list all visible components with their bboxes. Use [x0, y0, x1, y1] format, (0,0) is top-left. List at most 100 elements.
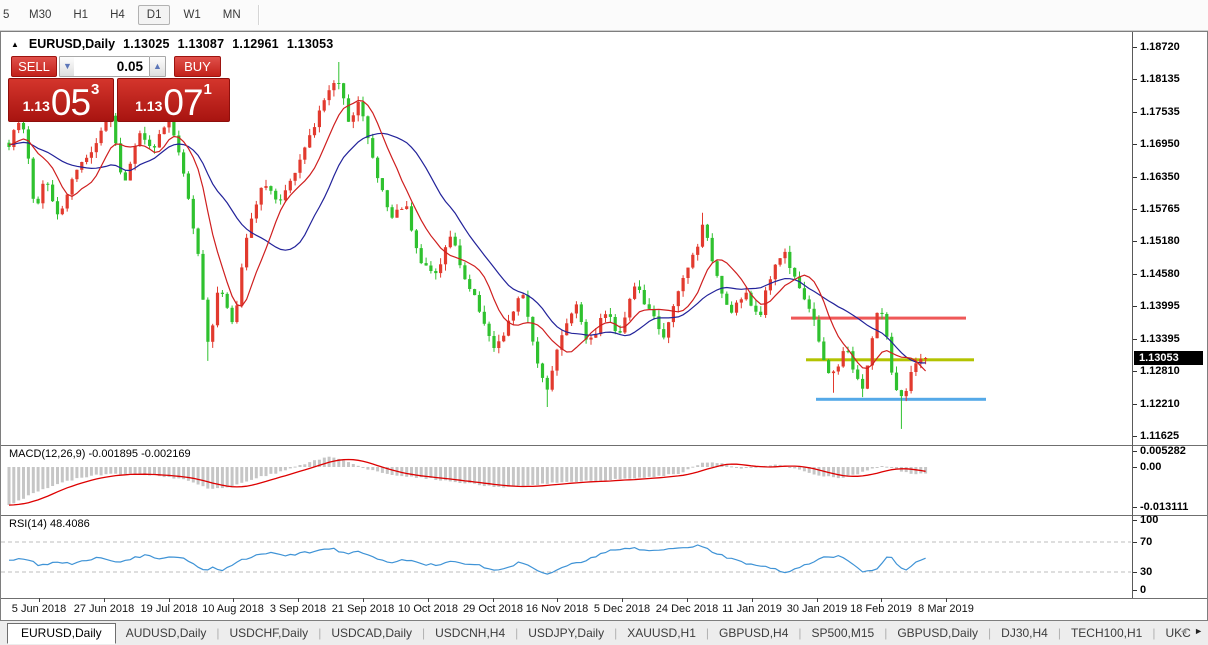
price-axis-tick — [1133, 112, 1137, 113]
tab-scroll-left-icon[interactable]: ◄ — [1179, 626, 1188, 636]
buy-price-small: 1.13 — [135, 98, 162, 114]
time-axis-tick — [233, 598, 234, 602]
buy-price-big: 07 — [163, 88, 202, 118]
price-axis-tick — [1133, 339, 1137, 340]
volume-input[interactable] — [74, 56, 149, 77]
timeframe-toolbar: 5M30H1H4D1W1MN — [0, 0, 1208, 31]
price-axis-tick — [1133, 144, 1137, 145]
rsi-axis-tick — [1133, 520, 1137, 521]
time-axis-label: 10 Aug 2018 — [202, 603, 264, 615]
symbol-tab-EURUSD-Daily[interactable]: EURUSD,Daily — [7, 623, 116, 644]
rsi-panel — [1, 516, 1131, 598]
symbol-tab-AUDUSD-Daily[interactable]: AUDUSD,Daily — [116, 626, 217, 640]
price-axis-tick — [1133, 306, 1137, 307]
time-axis-tick — [104, 598, 105, 602]
symbol-tab-XAUUSD-H1[interactable]: XAUUSD,H1 — [617, 626, 706, 640]
time-axis-tick — [39, 598, 40, 602]
ma-fast-line — [9, 101, 926, 372]
price-axis-label: 1.14580 — [1140, 268, 1180, 280]
time-axis-tick — [298, 598, 299, 602]
time-axis-tick — [946, 598, 947, 602]
rsi-axis-label: 100 — [1140, 514, 1158, 526]
time-axis-label: 24 Dec 2018 — [656, 603, 718, 615]
timeframe-button-MN[interactable]: MN — [214, 5, 250, 25]
sell-quote-box[interactable]: 1.13 05 3 — [8, 78, 114, 122]
time-axis-label: 19 Jul 2018 — [141, 603, 198, 615]
tab-scroll-right-icon[interactable]: ► — [1194, 626, 1203, 636]
price-axis-label: 1.11625 — [1140, 430, 1179, 442]
symbol-tab-GBPUSD-Daily[interactable]: GBPUSD,Daily — [887, 626, 988, 640]
symbol-tab-GBPUSD-H4[interactable]: GBPUSD,H4 — [709, 626, 798, 640]
price-axis-label: 1.13395 — [1140, 333, 1180, 345]
time-axis-label: 27 Jun 2018 — [74, 603, 135, 615]
price-axis-label: 1.12810 — [1140, 365, 1180, 377]
time-axis-label: 16 Nov 2018 — [526, 603, 588, 615]
symbol-tab-SP500-M15[interactable]: SP500,M15 — [802, 626, 885, 640]
timeframe-button-W1[interactable]: W1 — [174, 5, 209, 25]
rsi-label: RSI(14) 48.4086 — [9, 518, 90, 530]
time-axis-label: 30 Jan 2019 — [787, 603, 848, 615]
macd-axis-tick — [1133, 451, 1137, 452]
price-axis-tick — [1133, 79, 1137, 80]
macd-axis-label: 0.00 — [1140, 461, 1161, 473]
price-axis-label: 1.18135 — [1140, 73, 1180, 85]
sell-price-big: 05 — [51, 88, 90, 118]
rsi-axis-tick — [1133, 572, 1137, 573]
rsi-axis-label: 0 — [1140, 584, 1146, 596]
price-axis-tick — [1133, 209, 1137, 210]
tab-scroll-controls: ◄► — [1179, 626, 1203, 636]
timeframe-button-5[interactable]: 5 — [2, 5, 16, 25]
time-axis-label: 11 Jan 2019 — [722, 603, 782, 615]
sell-button[interactable]: SELL — [11, 56, 57, 77]
price-axis-tick — [1133, 47, 1137, 48]
time-axis-tick — [557, 598, 558, 602]
time-axis-tick — [169, 598, 170, 602]
time-axis-label: 5 Jun 2018 — [12, 603, 66, 615]
price-axis-label: 1.12210 — [1140, 398, 1180, 410]
time-axis-label: 8 Mar 2019 — [918, 603, 974, 615]
sell-price-sup: 3 — [91, 81, 99, 98]
buy-price-sup: 1 — [204, 81, 212, 98]
price-axis-label: 1.16350 — [1140, 171, 1180, 183]
timeframe-button-D1[interactable]: D1 — [138, 5, 171, 25]
toolbar-separator — [258, 5, 260, 25]
rsi-line — [9, 545, 926, 574]
sell-price-small: 1.13 — [23, 98, 50, 114]
symbol-tab-USDCAD-Daily[interactable]: USDCAD,Daily — [321, 626, 422, 640]
macd-axis-tick — [1133, 467, 1137, 468]
chart-window: ▲ EURUSD,Daily 1.13025 1.13087 1.12961 1… — [0, 31, 1208, 621]
price-axis-label: 1.17535 — [1140, 106, 1180, 118]
time-axis-label: 3 Sep 2018 — [270, 603, 326, 615]
time-axis-label: 21 Sep 2018 — [332, 603, 394, 615]
time-axis-tick — [687, 598, 688, 602]
timeframe-button-H4[interactable]: H4 — [101, 5, 134, 25]
time-axis-tick — [428, 598, 429, 602]
symbol-tab-TECH100-H1[interactable]: TECH100,H1 — [1061, 626, 1152, 640]
timeframe-button-H1[interactable]: H1 — [64, 5, 97, 25]
time-axis-tick — [363, 598, 364, 602]
symbol-tab-USDCHF-Daily[interactable]: USDCHF,Daily — [220, 626, 319, 640]
macd-label: MACD(12,26,9) -0.001895 -0.002169 — [9, 448, 191, 460]
symbol-tab-DJ30-H4[interactable]: DJ30,H4 — [991, 626, 1058, 640]
price-axis-tick — [1133, 371, 1137, 372]
rsi-axis-tick — [1133, 542, 1137, 543]
symbol-tab-bar: EURUSD,DailyAUDUSD,Daily|USDCHF,Daily|US… — [0, 621, 1208, 645]
buy-quote-box[interactable]: 1.13 07 1 — [117, 78, 230, 122]
hline-hline_yellow — [806, 358, 974, 361]
timeframe-button-M30[interactable]: M30 — [20, 5, 60, 25]
macd-axis-label: 0.005282 — [1140, 445, 1186, 457]
volume-increase-button[interactable]: ▲ — [149, 56, 166, 77]
time-axis-tick — [493, 598, 494, 602]
macd-axis-tick — [1133, 507, 1137, 508]
price-axis-label: 1.15180 — [1140, 235, 1180, 247]
rsi-axis-tick — [1133, 590, 1137, 591]
price-axis-label: 1.15765 — [1140, 203, 1180, 215]
price-axis-tick — [1133, 274, 1137, 275]
timeframe-buttons: 5M30H1H4D1W1MN — [0, 4, 266, 26]
price-axis-line — [1132, 32, 1133, 598]
symbol-tab-USDCNH-H4[interactable]: USDCNH,H4 — [425, 626, 515, 640]
time-axis-label: 29 Oct 2018 — [463, 603, 523, 615]
macd-values: -0.001895 -0.002169 — [88, 448, 190, 460]
symbol-tab-USDJPY-Daily[interactable]: USDJPY,Daily — [518, 626, 614, 640]
buy-button[interactable]: BUY — [174, 56, 221, 77]
